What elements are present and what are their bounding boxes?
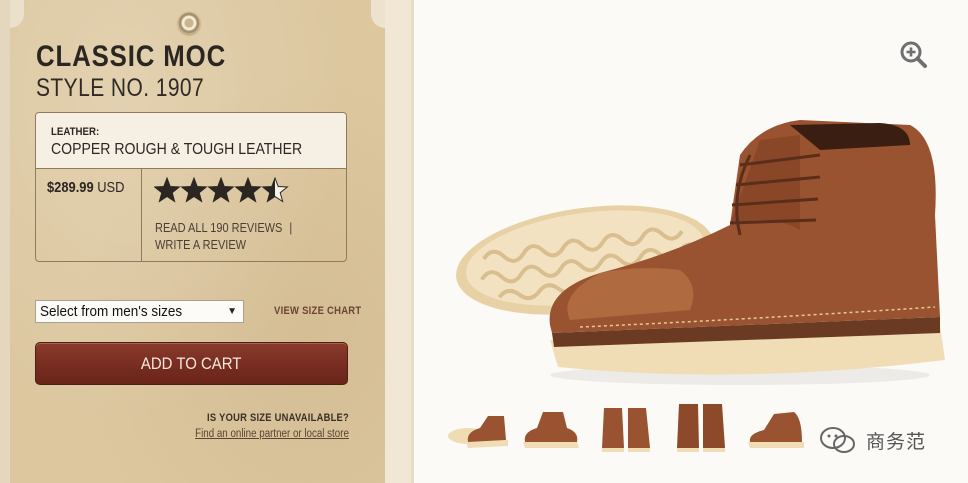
tag-grommet bbox=[178, 12, 200, 34]
leather-value: COPPER ROUGH & TOUGH LEATHER bbox=[51, 141, 303, 158]
product-main-image bbox=[456, 120, 945, 385]
dropdown-arrow-icon: ▼ bbox=[227, 306, 237, 317]
price: $289.99 USD bbox=[47, 179, 124, 196]
thumbnail-3[interactable] bbox=[596, 398, 656, 456]
thumbnail-5[interactable] bbox=[744, 398, 809, 456]
star-icon bbox=[234, 177, 262, 203]
star-icon bbox=[154, 177, 181, 203]
find-partner-link[interactable]: Find an online partner or local store bbox=[195, 428, 349, 440]
product-title: CLASSIC MOC bbox=[36, 40, 227, 73]
thumbnail-2[interactable] bbox=[519, 398, 584, 456]
review-links: READ ALL 190 REVIEWS | WRITE A REVIEW bbox=[155, 220, 296, 254]
leather-row: LEATHER: COPPER ROUGH & TOUGH LEATHER bbox=[36, 113, 346, 169]
star-icon bbox=[180, 177, 208, 203]
price-currency: USD bbox=[97, 179, 125, 196]
read-reviews-link[interactable]: READ ALL 190 REVIEWS bbox=[155, 221, 282, 235]
product-info-box: LEATHER: COPPER ROUGH & TOUGH LEATHER $2… bbox=[35, 112, 347, 262]
add-to-cart-button[interactable]: ADD TO CART bbox=[35, 342, 348, 385]
style-number: STYLE NO. 1907 bbox=[36, 74, 205, 102]
view-size-chart-link[interactable]: VIEW SIZE CHART bbox=[274, 305, 361, 317]
thumbnail-4[interactable] bbox=[671, 398, 731, 456]
star-rating-graphic bbox=[154, 177, 289, 203]
star-rating[interactable] bbox=[154, 177, 289, 205]
size-unavailable-heading: IS YOUR SIZE UNAVAILABLE? bbox=[207, 412, 349, 424]
add-to-cart-label: ADD TO CART bbox=[141, 354, 242, 373]
size-select-value: Select from men's sizes bbox=[40, 303, 183, 320]
leather-label: LEATHER: bbox=[51, 126, 100, 138]
watermark-text: 商务范 bbox=[866, 432, 927, 453]
rating-cell: READ ALL 190 REVIEWS | WRITE A REVIEW bbox=[142, 169, 346, 262]
price-amount: $289.99 bbox=[47, 179, 94, 196]
size-select[interactable]: Select from men's sizes ▼ bbox=[35, 300, 244, 323]
star-icon bbox=[207, 177, 235, 203]
wechat-icon bbox=[820, 427, 855, 453]
zoom-in-icon[interactable] bbox=[899, 40, 929, 70]
watermark: 商务范 bbox=[818, 425, 925, 455]
thumbnail-1[interactable] bbox=[446, 398, 511, 456]
review-separator: | bbox=[289, 221, 293, 235]
price-cell: $289.99 USD bbox=[36, 169, 142, 262]
write-review-link[interactable]: WRITE A REVIEW bbox=[155, 238, 246, 252]
star-icon bbox=[261, 177, 289, 203]
